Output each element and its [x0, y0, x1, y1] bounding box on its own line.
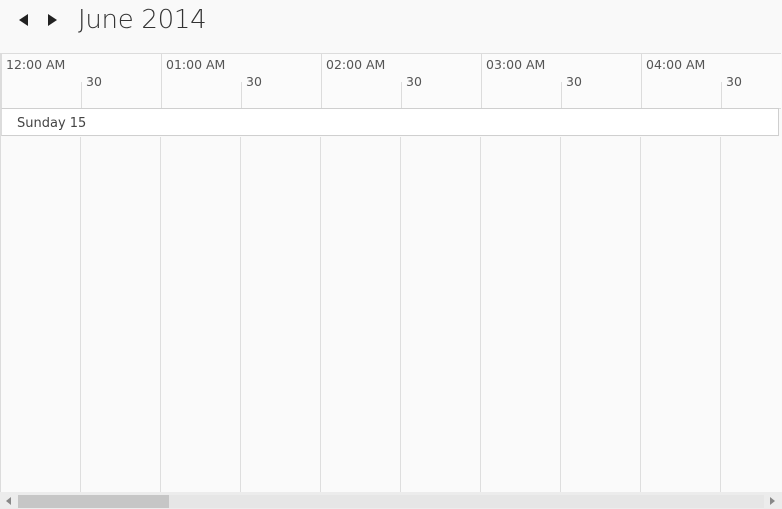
grid-line: [480, 137, 481, 492]
scroll-right-icon[interactable]: [770, 497, 775, 505]
grid-line: [640, 137, 641, 492]
hour-label: 01:00 AM: [166, 57, 226, 72]
hour-label: 12:00 AM: [6, 57, 66, 72]
next-button[interactable]: [44, 12, 60, 28]
grid-line: [560, 137, 561, 492]
hour-cell: 01:00 AM 30: [161, 54, 321, 108]
hour-label: 03:00 AM: [486, 57, 546, 72]
grid-line: [320, 137, 321, 492]
half-hour-label: 30: [246, 74, 262, 89]
hour-cell: 02:00 AM 30: [321, 54, 481, 108]
hour-cell: 12:00 AM 30: [1, 54, 161, 108]
time-slot-grid[interactable]: [1, 137, 781, 492]
half-hour-label: 30: [86, 74, 102, 89]
grid-line: [80, 137, 81, 492]
half-hour-tick: [241, 82, 242, 108]
half-hour-tick: [401, 82, 402, 108]
scroll-left-icon[interactable]: [6, 497, 11, 505]
hour-label: 04:00 AM: [646, 57, 706, 72]
grid-line: [160, 137, 161, 492]
day-label: Sunday 15: [17, 116, 87, 131]
half-hour-label: 30: [726, 74, 742, 89]
day-row[interactable]: Sunday 15: [1, 108, 779, 136]
hour-cell: 04:00 AM 30: [641, 54, 781, 108]
half-hour-label: 30: [566, 74, 582, 89]
triangle-right-icon: [47, 14, 57, 26]
half-hour-tick: [81, 82, 82, 108]
scroll-track[interactable]: [18, 495, 764, 508]
horizontal-scrollbar[interactable]: [0, 492, 782, 509]
month-title[interactable]: June 2014: [78, 5, 207, 35]
hour-cell: 03:00 AM 30: [481, 54, 641, 108]
triangle-left-icon: [18, 14, 28, 26]
half-hour-tick: [561, 82, 562, 108]
half-hour-label: 30: [406, 74, 422, 89]
scroll-thumb[interactable]: [18, 495, 169, 508]
calendar-header: June 2014: [0, 0, 782, 46]
timeline-header: 12:00 AM 30 01:00 AM 30 02:00 AM 30 03:0…: [1, 53, 781, 109]
previous-button[interactable]: [15, 12, 31, 28]
half-hour-tick: [721, 82, 722, 108]
hour-label: 02:00 AM: [326, 57, 386, 72]
grid-line: [240, 137, 241, 492]
grid-line: [400, 137, 401, 492]
left-border: [0, 53, 1, 492]
grid-line: [720, 137, 721, 492]
